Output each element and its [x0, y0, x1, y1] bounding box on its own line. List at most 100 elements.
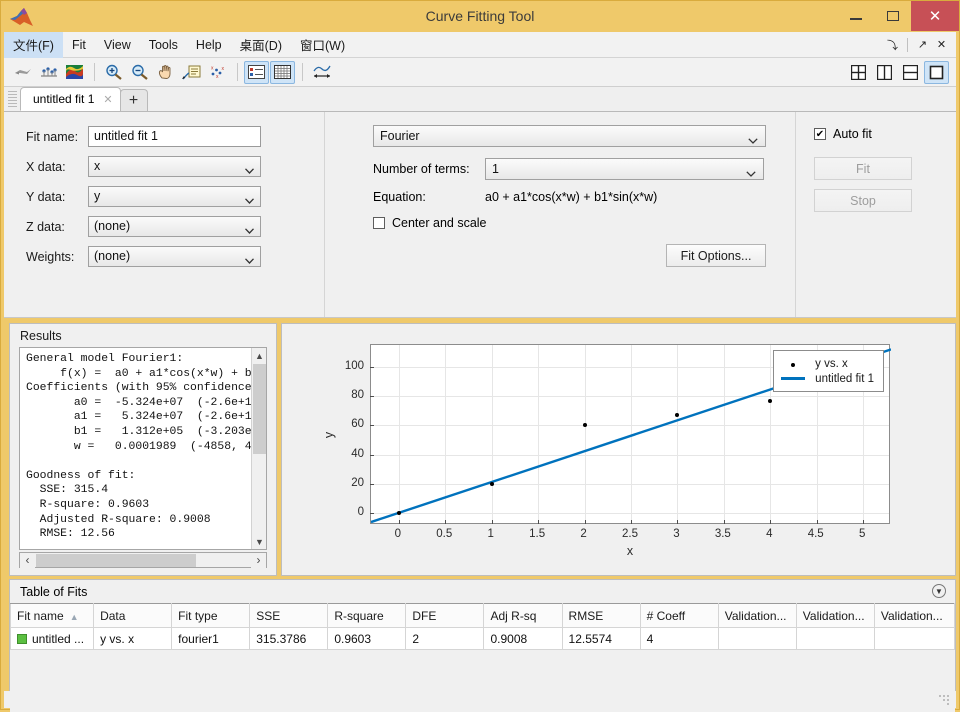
legend-entry-fit: untitled fit 1: [781, 371, 874, 386]
maximize-button[interactable]: [874, 1, 911, 31]
menu-item-fit[interactable]: Fit: [63, 32, 95, 58]
results-horizontal-scrollbar[interactable]: ‹ ›: [19, 552, 267, 568]
stop-button[interactable]: Stop: [814, 189, 912, 212]
scroll-left-icon[interactable]: ‹: [20, 552, 35, 568]
plot-legend[interactable]: y vs. x untitled fit 1: [773, 350, 884, 392]
exclude-outliers-icon[interactable]: xxx: [205, 61, 230, 84]
number-of-terms-select[interactable]: 1: [485, 158, 764, 180]
scroll-up-icon[interactable]: ▲: [252, 348, 266, 363]
results-text-box[interactable]: General model Fourier1: f(x) = a0 + a1*c…: [19, 347, 267, 550]
y-data-select[interactable]: y: [88, 186, 261, 207]
cell-adj-r-sq: 0.9008: [483, 627, 563, 650]
scroll-down-icon[interactable]: ▼: [252, 534, 266, 549]
column-header-fit-name[interactable]: Fit name ▲: [9, 603, 95, 628]
column-header-r-square[interactable]: R-square: [327, 603, 407, 628]
toolbar-divider-2: [237, 63, 238, 81]
vertical-scroll-thumb[interactable]: [253, 364, 266, 454]
menu-item-window[interactable]: 窗口(W): [291, 32, 354, 58]
data-cursor-icon[interactable]: [179, 61, 204, 84]
results-panel: Results General model Fourier1: f(x) = a…: [9, 323, 277, 576]
column-header-num-coeff[interactable]: # Coeff: [639, 603, 719, 628]
fit-controls-column: ✔ Auto fit Fit Stop: [796, 112, 956, 317]
fit-icon[interactable]: [10, 61, 35, 84]
fit-model-select[interactable]: Fourier: [373, 125, 766, 147]
surface-plot-icon[interactable]: [62, 61, 87, 84]
legend-toggle-icon[interactable]: [244, 60, 269, 84]
close-panel-icon[interactable]: ✕: [933, 35, 950, 55]
fit-plot-axes[interactable]: y vs. x untitled fit 1: [370, 344, 891, 524]
horizontal-scroll-thumb[interactable]: [36, 553, 196, 567]
center-and-scale-label: Center and scale: [392, 216, 487, 230]
results-vertical-scrollbar[interactable]: ▲ ▼: [251, 348, 266, 549]
x-data-select[interactable]: x: [88, 156, 261, 177]
column-header-rmse[interactable]: RMSE: [561, 603, 641, 628]
layout-horizontal-icon[interactable]: [898, 61, 923, 84]
fit-button[interactable]: Fit: [814, 157, 912, 180]
fit-options-button[interactable]: Fit Options...: [666, 244, 766, 267]
tab-untitled-fit-1[interactable]: untitled fit 1 ✕: [20, 87, 121, 111]
toolbar: xxx: [4, 58, 956, 87]
column-header-sse[interactable]: SSE: [249, 603, 329, 628]
fit-name-input[interactable]: untitled fit 1: [88, 126, 261, 147]
matlab-logo-icon: [8, 6, 38, 28]
axes-limits-icon[interactable]: [309, 61, 334, 84]
column-header-adj-r-sq[interactable]: Adj R-sq: [483, 603, 563, 628]
weights-select[interactable]: (none): [88, 246, 261, 267]
results-title: Results: [20, 329, 62, 343]
weights-row: Weights: (none): [26, 246, 324, 267]
cell-rmse: 12.5574: [561, 627, 641, 650]
tab-grip-handle[interactable]: [8, 91, 17, 109]
center-and-scale-row[interactable]: Center and scale: [373, 216, 795, 230]
column-header-fit-type[interactable]: Fit type: [171, 603, 251, 628]
z-data-value: (none): [94, 219, 131, 233]
add-tab-button[interactable]: +: [119, 89, 148, 111]
auto-fit-checkbox[interactable]: ✔: [814, 128, 826, 140]
table-of-fits-panel: Table of Fits ▼ Fit name ▲ Data Fit type …: [9, 579, 956, 712]
minimize-button[interactable]: [837, 1, 874, 31]
x-axis-title: x: [626, 544, 634, 558]
z-data-select[interactable]: (none): [88, 216, 261, 237]
zoom-in-icon[interactable]: [101, 61, 126, 84]
layout-vertical-icon[interactable]: [872, 61, 897, 84]
toolbar-divider: [94, 63, 95, 81]
maximize-panel-icon[interactable]: ↗: [914, 35, 931, 55]
pan-icon[interactable]: [153, 61, 178, 84]
chevron-down-icon: [245, 221, 254, 240]
column-header-validation-3[interactable]: Validation...: [873, 603, 956, 628]
menu-item-tools[interactable]: Tools: [140, 32, 187, 58]
column-label-fit-name: Fit name: [17, 608, 64, 623]
menu-item-view[interactable]: View: [95, 32, 140, 58]
center-and-scale-checkbox[interactable]: [373, 217, 385, 229]
fit-type-column: Fourier Number of terms: 1 Equation: a0 …: [324, 112, 796, 317]
x-tick-label: 3.5: [714, 528, 731, 540]
tab-close-icon[interactable]: ✕: [103, 93, 112, 106]
table-row[interactable]: untitled ... y vs. x fourier1 315.3786 0…: [9, 627, 956, 650]
auto-fit-row[interactable]: ✔ Auto fit: [814, 127, 956, 141]
column-header-data[interactable]: Data: [93, 603, 173, 628]
fit-name-row: Fit name: untitled fit 1: [26, 126, 324, 147]
residuals-icon[interactable]: [36, 61, 61, 84]
maximize-icon: [886, 11, 899, 21]
resize-grip-icon[interactable]: [938, 694, 949, 705]
title-bar: Curve Fitting Tool ✕: [1, 1, 959, 32]
scroll-right-icon[interactable]: ›: [251, 552, 266, 568]
column-header-validation-2[interactable]: Validation...: [795, 603, 875, 628]
column-header-dfe[interactable]: DFE: [405, 603, 485, 628]
layout-single-icon[interactable]: [924, 60, 949, 84]
menu-item-help[interactable]: Help: [187, 32, 231, 58]
chevron-down-icon: [245, 191, 254, 210]
number-of-terms-value: 1: [492, 162, 499, 176]
undock-icon[interactable]: ⤵: [884, 35, 901, 55]
y-data-label: Y data:: [26, 189, 66, 204]
chevron-down-icon: [748, 130, 758, 150]
menu-item-file[interactable]: 文件(F): [4, 31, 63, 58]
zoom-out-icon[interactable]: [127, 61, 152, 84]
menu-item-desktop[interactable]: 桌面(D): [231, 32, 291, 58]
layout-grid-icon[interactable]: [846, 61, 871, 84]
close-button[interactable]: ✕: [911, 1, 959, 31]
column-header-validation-1[interactable]: Validation...: [717, 603, 797, 628]
cell-validation-1: [717, 627, 797, 650]
grid-toggle-icon[interactable]: [270, 60, 295, 84]
collapse-panel-button[interactable]: ▼: [932, 584, 946, 598]
y-tick-label: 20: [351, 477, 364, 490]
